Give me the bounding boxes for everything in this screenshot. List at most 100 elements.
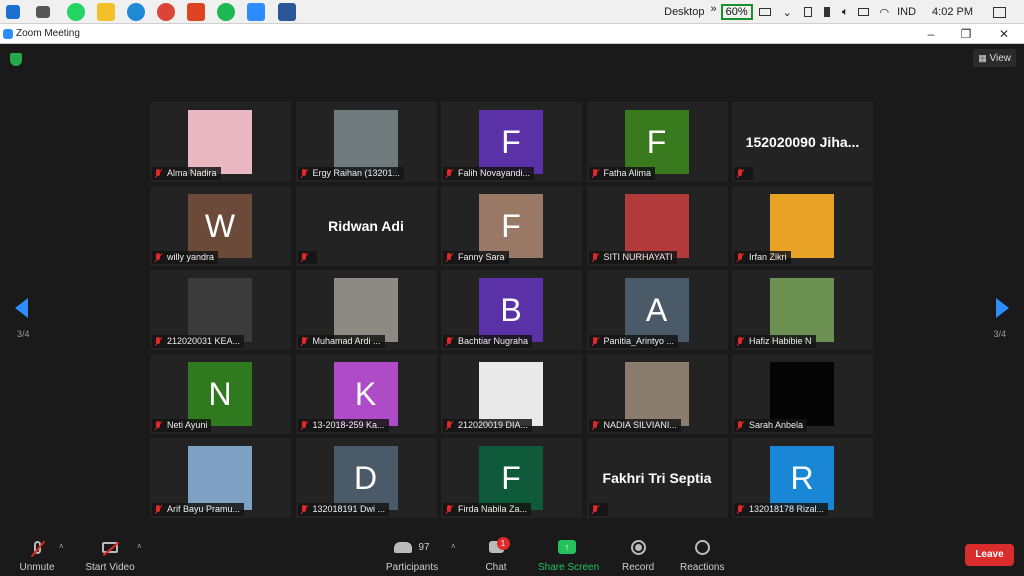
spotify-icon[interactable]	[217, 3, 235, 21]
participant-name: Arif Bayu Pramu...	[167, 504, 241, 514]
participant-tile[interactable]: Muhamad Ardi ...	[295, 270, 437, 350]
participant-tile[interactable]: Sarah Anbela	[732, 354, 873, 434]
participant-name-label	[588, 503, 608, 516]
muted-mic-icon	[589, 335, 602, 348]
chevron-down-icon[interactable]: ⌄	[783, 6, 792, 19]
participant-tile[interactable]: Ergy Raihan (13201...	[295, 102, 437, 182]
muted-mic-icon	[589, 251, 602, 264]
participant-tile[interactable]: Alma Nadira	[150, 102, 291, 182]
chevrons-icon[interactable]: »	[710, 3, 716, 15]
desktop-label[interactable]: Desktop	[664, 6, 704, 18]
chat-badge: 1	[496, 537, 510, 550]
chat-icon-wrap: 1	[484, 536, 510, 558]
window-titlebar: Zoom Meeting – ❐ ✕	[0, 24, 1024, 44]
next-page-arrow-icon[interactable]	[996, 298, 1009, 318]
participant-tile[interactable]: 212020031 KEA...	[150, 270, 291, 350]
clock[interactable]: 4:02 PM	[932, 6, 973, 18]
network-icon[interactable]	[858, 8, 870, 16]
participant-tile[interactable]: F Firda Nabila Za...	[441, 438, 582, 518]
leave-button[interactable]: Leave	[965, 544, 1014, 566]
participant-tile[interactable]: F Fanny Sara	[441, 186, 582, 266]
participant-tile[interactable]: R 132018178 Rizal...	[732, 438, 873, 518]
battery-icon[interactable]	[758, 8, 771, 16]
battery-indicator[interactable]: 60%	[720, 4, 753, 20]
unmute-label: Unmute	[19, 562, 55, 573]
muted-mic-icon	[589, 167, 602, 180]
participant-grid: Alma Nadira Ergy Raihan (13201... F Falih N…	[150, 102, 874, 518]
participant-tile[interactable]: F Fatha Alima	[586, 102, 728, 182]
share-screen-button[interactable]: ↑ Share Screen	[538, 536, 599, 573]
participant-avatar: F	[479, 446, 543, 510]
participant-tile[interactable]: 212020019 DIA...	[441, 354, 582, 434]
page-indicator-left: 3/4	[17, 329, 30, 339]
participant-avatar: K	[333, 362, 398, 426]
reactions-label: Reactions	[680, 562, 725, 573]
restore-button[interactable]: ❐	[955, 25, 977, 43]
participant-name: Fatha Alima	[603, 168, 652, 178]
participant-display-name: Ridwan Adi	[328, 218, 404, 234]
wifi-icon[interactable]: ◠	[879, 6, 889, 19]
close-button[interactable]: ✕	[993, 25, 1015, 43]
participant-tile[interactable]: Fakhri Tri Septia	[586, 438, 728, 518]
previous-page-arrow-icon[interactable]	[15, 298, 28, 318]
start-video-button[interactable]: Start Video	[84, 536, 136, 573]
participant-name: Bachtiar Nugraha	[458, 336, 529, 346]
participant-photo	[770, 278, 834, 342]
record-button[interactable]: Record	[622, 536, 654, 573]
participant-tile[interactable]: SITI NURHAYATI	[586, 186, 728, 266]
participant-tile[interactable]: Ridwan Adi	[295, 186, 437, 266]
participants-caret-icon[interactable]: ˄	[451, 542, 456, 551]
participant-tile[interactable]: Arif Bayu Pramu...	[150, 438, 291, 518]
muted-mic-icon	[298, 419, 311, 432]
notifications-icon[interactable]	[993, 6, 1006, 18]
participant-tile[interactable]: A Panitia_Arintyo ...	[586, 270, 728, 350]
task-view-icon[interactable]	[36, 6, 50, 18]
participant-tile[interactable]: Hafiz Habibie N	[732, 270, 873, 350]
participant-tile[interactable]: F Falih Novayandi...	[441, 102, 582, 182]
edge-icon[interactable]	[127, 3, 145, 21]
participant-display-name: 152020090 Jiha...	[745, 134, 860, 150]
participant-name: Firda Nabila Za...	[458, 504, 528, 514]
muted-mic-icon	[152, 335, 165, 348]
volume-icon[interactable]: 🔈︎	[842, 6, 849, 19]
participant-avatar: B	[479, 278, 543, 342]
participant-tile[interactable]: N Neti Ayuni	[150, 354, 291, 434]
participant-tile[interactable]: B Bachtiar Nugraha	[441, 270, 582, 350]
participant-tile[interactable]: D 132018191 Dwi ...	[295, 438, 437, 518]
muted-mic-icon	[298, 335, 311, 348]
participant-avatar: F	[479, 110, 543, 174]
participants-button[interactable]: 97 Participants	[384, 536, 440, 573]
reactions-button[interactable]: Reactions	[680, 536, 724, 573]
chrome-icon[interactable]	[157, 3, 175, 21]
video-options-caret-icon[interactable]: ˄	[137, 542, 142, 551]
zoom-logo-icon	[3, 29, 13, 39]
participant-avatar: N	[188, 362, 252, 426]
participant-tile[interactable]: K 13-2018-259 Ka...	[295, 354, 437, 434]
office-icon[interactable]	[187, 3, 205, 21]
participant-name-label	[734, 167, 753, 180]
participants-icon-group: 97	[384, 536, 440, 558]
file-explorer-icon[interactable]	[97, 3, 115, 21]
participant-tile[interactable]: 152020090 Jiha...	[732, 102, 873, 182]
security-shield-icon[interactable]	[10, 53, 22, 66]
unmute-button[interactable]: Unmute	[18, 536, 56, 573]
whatsapp-icon[interactable]	[67, 3, 85, 21]
participant-tile[interactable]: Irfan Zikri	[732, 186, 873, 266]
device-icon[interactable]	[803, 7, 812, 17]
word-icon[interactable]	[278, 3, 296, 21]
audio-options-caret-icon[interactable]: ˄	[59, 542, 64, 551]
participant-display-name: Fakhri Tri Septia	[602, 470, 712, 486]
language-indicator[interactable]: IND	[897, 6, 916, 18]
chat-button[interactable]: 1 Chat	[484, 536, 510, 573]
windows-start-icon[interactable]	[6, 5, 20, 19]
participant-tile[interactable]: Wwilly yandra	[150, 186, 291, 266]
view-button[interactable]: ▦ View	[973, 49, 1016, 67]
participant-name-label: Sarah Anbela	[734, 419, 808, 432]
pen-icon[interactable]	[823, 7, 830, 17]
minimize-button[interactable]: –	[920, 25, 942, 43]
participant-tile[interactable]: NADIA SILVIANI...	[586, 354, 728, 434]
zoom-app-icon[interactable]	[247, 3, 265, 21]
muted-mic-icon	[734, 419, 747, 432]
muted-mic-icon	[734, 251, 747, 264]
participant-name-label: Firda Nabila Za...	[443, 503, 532, 516]
